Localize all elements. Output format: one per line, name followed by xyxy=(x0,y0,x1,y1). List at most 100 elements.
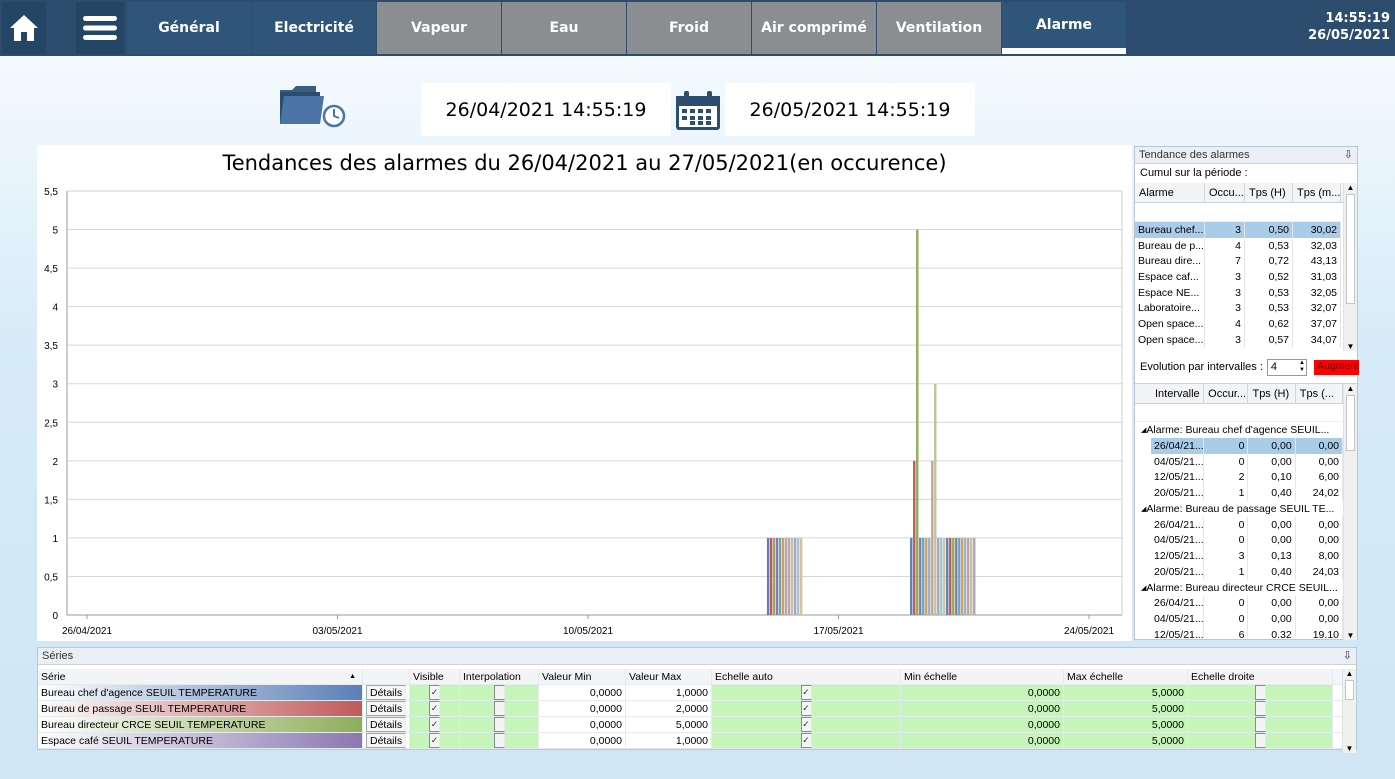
details-button[interactable]: Détails xyxy=(366,733,406,748)
scroll-up-icon[interactable]: ▲ xyxy=(1344,183,1357,192)
scroll-thumb[interactable] xyxy=(1345,680,1354,700)
interpolation-checkbox[interactable] xyxy=(493,733,505,748)
tab-7[interactable]: Alarme xyxy=(1002,2,1126,54)
tab-3[interactable]: Eau xyxy=(502,2,626,54)
stepper-arrows-icon[interactable]: ▲ ▼ xyxy=(1299,360,1305,374)
current-time: 14:55:19 xyxy=(1325,11,1390,26)
visible-checkbox[interactable]: ✓ xyxy=(429,685,440,700)
table-row[interactable]: Open space... 3 0,57 34,07 xyxy=(1135,331,1343,348)
column-header[interactable]: Série ▲ xyxy=(38,669,363,684)
table-row[interactable]: 20/05/21... 1 0,40 24,03 xyxy=(1135,563,1343,580)
interpolation-checkbox[interactable] xyxy=(493,685,505,700)
interval-scrollbar[interactable]: ▲ ▼ xyxy=(1343,384,1357,640)
scroll-up-icon[interactable]: ▲ xyxy=(1344,384,1357,393)
interpolation-checkbox[interactable] xyxy=(493,701,505,716)
table-row[interactable]: 04/05/21... 0 0,00 0,00 xyxy=(1135,532,1343,549)
table-row[interactable]: Bureau dire... 7 0,72 43,13 xyxy=(1135,253,1343,270)
pin-icon[interactable]: ⇩ xyxy=(1344,148,1353,161)
table-row[interactable]: 12/05/21... 2 0,10 6,00 xyxy=(1135,469,1343,486)
series-row[interactable]: Bureau directeur CRCE SEUIL TEMPERATURE D… xyxy=(38,717,1342,733)
scroll-down-icon[interactable]: ▼ xyxy=(1344,342,1357,351)
series-row[interactable]: Bureau de passage SEUIL TEMPERATURE Détai… xyxy=(38,701,1342,717)
tab-1[interactable]: Electricité xyxy=(252,2,376,54)
group-label: Alarme: Bureau directeur CRCE SEUIL... xyxy=(1146,581,1338,594)
scroll-up-icon[interactable]: ▲ xyxy=(1343,669,1356,678)
table-row[interactable]: Espace caf... 3 0,52 31,03 xyxy=(1135,269,1343,285)
column-header[interactable] xyxy=(363,669,410,684)
details-button[interactable]: Détails xyxy=(366,701,406,716)
column-header[interactable]: Echelle auto xyxy=(712,669,901,684)
interval-filter-row[interactable] xyxy=(1135,404,1343,422)
auto-scale-checkbox[interactable]: ✓ xyxy=(800,733,812,748)
column-header[interactable]: Tps (H) xyxy=(1245,183,1293,202)
tab-6[interactable]: Ventilation xyxy=(877,2,1001,54)
column-header[interactable]: Intervalle xyxy=(1151,384,1205,403)
table-row[interactable]: 26/04/21... 0 0,00 0,00 xyxy=(1135,516,1343,533)
auto-scale-checkbox[interactable]: ✓ xyxy=(800,717,812,732)
table-row[interactable]: Bureau de p... 4 0,53 32,03 xyxy=(1135,237,1343,254)
right-scale-checkbox[interactable] xyxy=(1254,733,1266,748)
column-header[interactable]: Interpolation xyxy=(460,669,539,684)
home-button[interactable] xyxy=(2,2,46,54)
right-scale-checkbox[interactable] xyxy=(1254,701,1266,716)
table-row[interactable]: 12/05/21... 3 0,13 8,00 xyxy=(1135,548,1343,564)
series-scrollbar[interactable]: ▲ ▼ xyxy=(1342,669,1356,753)
column-header[interactable]: Alarme xyxy=(1135,183,1205,202)
scroll-down-icon[interactable]: ▼ xyxy=(1344,631,1357,640)
table-row[interactable]: Laboratoire... 3 0,53 32,07 xyxy=(1135,300,1343,317)
table-row[interactable]: Open space... 4 0,62 37,07 xyxy=(1135,316,1343,332)
scroll-thumb[interactable] xyxy=(1346,395,1355,451)
period-end-field[interactable]: 26/05/2021 14:55:19 xyxy=(725,83,975,136)
right-scale-checkbox[interactable] xyxy=(1254,717,1266,732)
column-header[interactable]: Occu... xyxy=(1205,183,1245,202)
tab-2[interactable]: Vapeur xyxy=(377,2,501,54)
right-scale-checkbox[interactable] xyxy=(1254,685,1266,700)
table-row[interactable]: 12/05/21... 6 0,32 19,10 xyxy=(1135,626,1343,638)
details-button[interactable]: Détails xyxy=(366,685,406,700)
increase-button[interactable]: Augment xyxy=(1314,359,1359,375)
scroll-thumb[interactable] xyxy=(1346,194,1355,304)
group-row[interactable]: ◢ Alarme: Bureau directeur CRCE SEUIL... xyxy=(1135,580,1343,596)
column-header[interactable]: Valeur Max xyxy=(626,669,712,684)
table-row[interactable]: 26/04/21... 0 0,00 0,00 xyxy=(1135,595,1343,612)
period-start-field[interactable]: 26/04/2021 14:55:19 xyxy=(421,83,671,136)
scroll-down-icon[interactable]: ▼ xyxy=(1343,744,1356,753)
details-button[interactable]: Détails xyxy=(366,717,406,732)
visible-checkbox[interactable]: ✓ xyxy=(429,701,440,716)
visible-checkbox[interactable]: ✓ xyxy=(429,733,440,748)
calendar-button[interactable] xyxy=(674,90,722,135)
pin-icon[interactable]: ⇩ xyxy=(1343,649,1352,662)
series-row[interactable]: Espace café SEUIL TEMPERATURE Détails ✓ 0,0… xyxy=(38,733,1342,749)
interpolation-checkbox[interactable] xyxy=(493,717,505,732)
group-row[interactable]: ◢ Alarme: Bureau chef d'agence SEUIL... xyxy=(1135,422,1343,438)
column-header[interactable]: Min échelle xyxy=(901,669,1064,684)
column-header[interactable]: Valeur Min xyxy=(539,669,626,684)
auto-scale-checkbox[interactable]: ✓ xyxy=(800,685,812,700)
column-header[interactable]: Occur... xyxy=(1204,384,1249,403)
tab-0[interactable]: Général xyxy=(127,2,251,54)
folder-history-button[interactable] xyxy=(278,84,346,133)
table-row[interactable]: Bureau chef... 3 0,50 30,02 xyxy=(1135,222,1343,238)
table-row[interactable]: 20/05/21... 1 0,40 24,02 xyxy=(1135,485,1343,501)
table-row[interactable]: 04/05/21... 0 0,00 0,00 xyxy=(1135,611,1343,627)
tab-4[interactable]: Froid xyxy=(627,2,751,54)
sort-ascending-icon[interactable]: ▲ xyxy=(346,669,359,684)
column-header[interactable]: Visible xyxy=(410,669,460,684)
table-row[interactable]: Espace NE... 3 0,53 32,05 xyxy=(1135,284,1343,301)
table-row[interactable]: 26/04/21... 0 0,00 0,00 xyxy=(1135,438,1343,454)
alarm-summary-scrollbar[interactable]: ▲ ▼ xyxy=(1343,183,1357,351)
evolution-interval-stepper[interactable]: 4 ▲ ▼ xyxy=(1266,358,1307,376)
tab-5[interactable]: Air comprimé xyxy=(752,2,876,54)
visible-checkbox[interactable]: ✓ xyxy=(429,717,440,732)
column-header[interactable]: Tps (m... xyxy=(1293,183,1341,202)
series-row[interactable]: Bureau chef d'agence SEUIL TEMPERATURE Dé… xyxy=(38,685,1342,701)
filter-row[interactable] xyxy=(1135,203,1343,222)
column-header[interactable]: Tps (H) xyxy=(1248,384,1296,403)
column-header[interactable]: Tps (... xyxy=(1296,384,1343,403)
column-header[interactable]: Max échelle xyxy=(1064,669,1188,684)
column-header[interactable]: Echelle droite xyxy=(1188,669,1333,684)
group-row[interactable]: ◢ Alarme: Bureau de passage SEUIL TE... xyxy=(1135,501,1343,517)
table-row[interactable]: 04/05/21... 0 0,00 0,00 xyxy=(1135,453,1343,470)
auto-scale-checkbox[interactable]: ✓ xyxy=(800,701,812,716)
menu-button[interactable] xyxy=(76,2,124,54)
